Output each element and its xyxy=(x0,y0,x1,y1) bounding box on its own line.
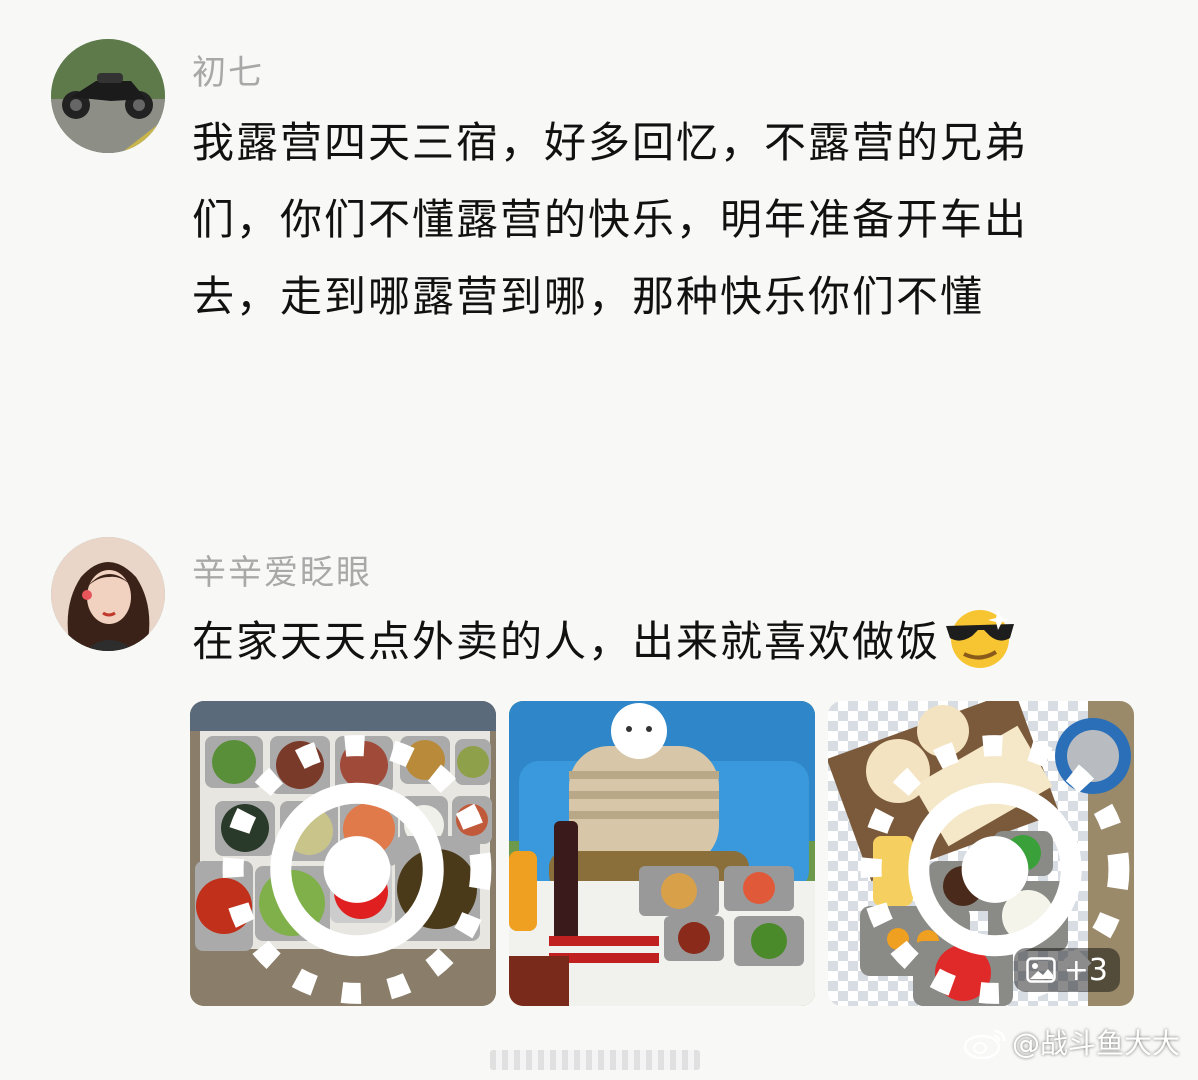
blurred-text xyxy=(490,1050,700,1070)
more-count: +3 xyxy=(1063,952,1108,988)
avatar-xinxin[interactable] xyxy=(51,537,165,651)
comment-text: 在家天天点外卖的人，出来就喜欢做饭 xyxy=(192,603,1016,680)
sunglasses-grin-emoji xyxy=(946,610,1015,668)
username[interactable]: 初七 xyxy=(192,45,264,94)
comment-line: 们，你们不懂露营的快乐，明年准备开车出 xyxy=(192,195,1029,244)
man-with-picnic-food-photo[interactable] xyxy=(509,701,815,1006)
watermark-text: @战斗鱼大大 xyxy=(1011,1027,1180,1060)
image-icon xyxy=(1026,957,1056,983)
bbq-food-spread-photo[interactable] xyxy=(190,701,496,1006)
comment-line: 去，走到哪露营到哪，那种快乐你们不懂 xyxy=(192,272,985,321)
username[interactable]: 辛辛爱眨眼 xyxy=(192,545,372,594)
comment-line: 我露营四天三宿，好多回忆，不露营的兄弟 xyxy=(192,118,1029,167)
weibo-watermark: @战斗鱼大大 xyxy=(962,1022,1180,1062)
comment-line: 在家天天点外卖的人，出来就喜欢做饭 xyxy=(192,617,941,666)
weibo-logo-icon xyxy=(963,1029,1006,1059)
comment-text: 我露营四天三宿，好多回忆，不露营的兄弟 们，你们不懂露营的快乐，明年准备开车出 … xyxy=(192,104,1028,335)
live-photo-icon xyxy=(222,735,492,1004)
avatar-chuqi[interactable] xyxy=(51,39,165,153)
more-images-badge[interactable]: +3 xyxy=(1013,948,1120,992)
cooking-ingredients-photo[interactable]: +3 xyxy=(828,701,1134,1006)
